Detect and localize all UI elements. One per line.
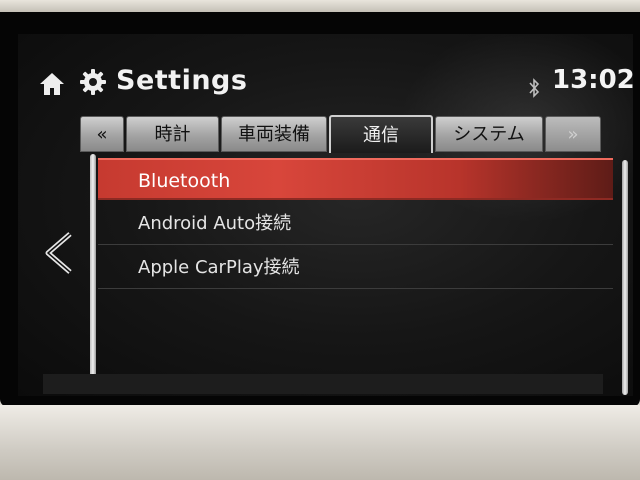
- list-frame-right: [622, 160, 628, 395]
- tab-communication[interactable]: 通信: [329, 115, 433, 153]
- tab-scroll-right[interactable]: »: [545, 116, 601, 152]
- page-title: Settings: [116, 65, 248, 96]
- infotainment-display: Settings 13:02 « 時計 車両装備 通信 システム » Bluet…: [0, 12, 640, 407]
- screen: Settings 13:02 « 時計 車両装備 通信 システム » Bluet…: [18, 34, 633, 396]
- tab-system[interactable]: システム: [435, 116, 543, 152]
- home-icon[interactable]: [38, 71, 66, 97]
- screen-bottom-strip: [43, 374, 603, 394]
- dashboard-lower-panel: [0, 405, 640, 480]
- tab-scroll-left[interactable]: «: [80, 116, 124, 152]
- settings-list: Bluetooth Android Auto接続 Apple CarPlay接続: [90, 154, 628, 395]
- list-item-bluetooth[interactable]: Bluetooth: [98, 158, 613, 200]
- list-item-android-auto[interactable]: Android Auto接続: [98, 203, 613, 245]
- bluetooth-status-icon: [529, 78, 540, 98]
- tab-vehicle-equipment[interactable]: 車両装備: [221, 116, 327, 152]
- list-frame-left: [90, 154, 96, 389]
- status-bar: Settings 13:02: [18, 34, 633, 104]
- clock: 13:02: [552, 65, 633, 95]
- gear-icon: [80, 69, 106, 95]
- chevron-left-icon[interactable]: [40, 228, 76, 278]
- tab-bar: « 時計 車両装備 通信 システム »: [80, 115, 633, 154]
- tab-clock[interactable]: 時計: [126, 116, 219, 152]
- list-item-apple-carplay[interactable]: Apple CarPlay接続: [98, 247, 613, 289]
